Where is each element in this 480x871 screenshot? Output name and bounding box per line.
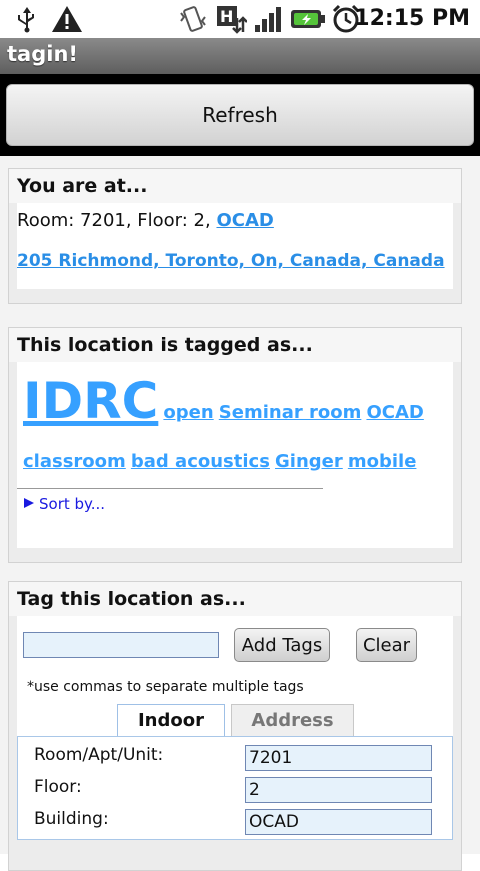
form-row-floor: Floor: 2 (18, 775, 452, 807)
room-label: Room/Apt/Unit: (34, 745, 164, 765)
tags-heading: This location is tagged as... (9, 328, 461, 362)
form-row-room: Room/Apt/Unit: 7201 (18, 743, 452, 775)
tag-item[interactable]: bad acoustics (131, 451, 270, 472)
hsdpa-icon: H (214, 4, 248, 34)
tab-indoor[interactable]: Indoor (117, 704, 225, 736)
address-line: 205 Richmond, Toronto, On, Canada, Canad… (17, 243, 453, 283)
tag-form-body: Add Tags Clear *use commas to separate m… (17, 616, 453, 840)
form-row-building: Building: OCAD (18, 807, 452, 839)
sort-by-toggle[interactable]: Sort by... (17, 489, 453, 521)
floor-label: Floor: (34, 777, 82, 797)
clear-button[interactable]: Clear (356, 628, 417, 662)
status-bar: H 12:15 PM (0, 0, 480, 38)
tag-row-1: IDRC open Seminar room OCAD (23, 372, 447, 436)
building-field[interactable]: OCAD (245, 809, 432, 835)
tag-item[interactable]: classroom (23, 451, 126, 472)
app-title-bar: tagin! (0, 38, 480, 74)
clock-time: 12:15 PM (354, 6, 470, 31)
tag-row-2: classroom bad acoustics Ginger mobile (23, 436, 447, 488)
tag-cloud: IDRC open Seminar room OCAD classroom ba… (17, 362, 453, 488)
refresh-toolbar: Refresh (0, 74, 480, 156)
sort-by-label: Sort by... (39, 495, 106, 513)
indoor-form: Room/Apt/Unit: 7201 Floor: 2 Building: O… (17, 736, 453, 840)
refresh-button[interactable]: Refresh (6, 84, 474, 146)
tag-form-panel: Tag this location as... Add Tags Clear *… (8, 581, 462, 871)
building-link[interactable]: OCAD (216, 210, 273, 231)
tag-item[interactable]: Seminar room (219, 402, 362, 423)
vibrate-icon (176, 4, 210, 34)
add-tags-button[interactable]: Add Tags (234, 628, 330, 662)
tag-item[interactable]: OCAD (366, 402, 423, 423)
main-content: You are at... Room: 7201, Floor: 2, OCAD… (0, 156, 480, 871)
tag-item[interactable]: mobile (348, 451, 417, 472)
tab-address[interactable]: Address (231, 704, 354, 736)
svg-text:H: H (220, 7, 233, 26)
tag-input[interactable] (23, 632, 219, 658)
building-label: Building: (34, 809, 109, 829)
tags-panel: This location is tagged as... IDRC open … (8, 327, 462, 563)
usb-icon (12, 4, 42, 34)
location-body: Room: 7201, Floor: 2, OCAD 205 Richmond,… (17, 203, 453, 289)
tags-body: IDRC open Seminar room OCAD classroom ba… (17, 362, 453, 548)
signal-icon (252, 4, 286, 34)
tag-input-row: Add Tags Clear (17, 616, 453, 676)
app-title: tagin! (7, 42, 78, 66)
tag-form-heading: Tag this location as... (9, 582, 461, 616)
room-floor-line: Room: 7201, Floor: 2, OCAD (17, 203, 453, 243)
tag-item[interactable]: open (163, 402, 213, 423)
warning-icon (50, 4, 84, 34)
triangle-right-icon (23, 495, 35, 513)
address-type-tabs: Indoor Address (17, 704, 453, 736)
location-heading: You are at... (9, 169, 461, 203)
address-link[interactable]: 205 Richmond, Toronto, On, Canada, Canad… (17, 251, 445, 271)
tag-hint: *use commas to separate multiple tags (27, 679, 304, 695)
tag-item[interactable]: IDRC (23, 372, 158, 430)
floor-field[interactable]: 2 (245, 777, 432, 803)
room-floor-text: Room: 7201, Floor: 2, (17, 210, 211, 231)
battery-icon (290, 4, 326, 34)
location-panel: You are at... Room: 7201, Floor: 2, OCAD… (8, 168, 462, 304)
tag-item[interactable]: Ginger (275, 451, 343, 472)
room-field[interactable]: 7201 (245, 745, 432, 771)
